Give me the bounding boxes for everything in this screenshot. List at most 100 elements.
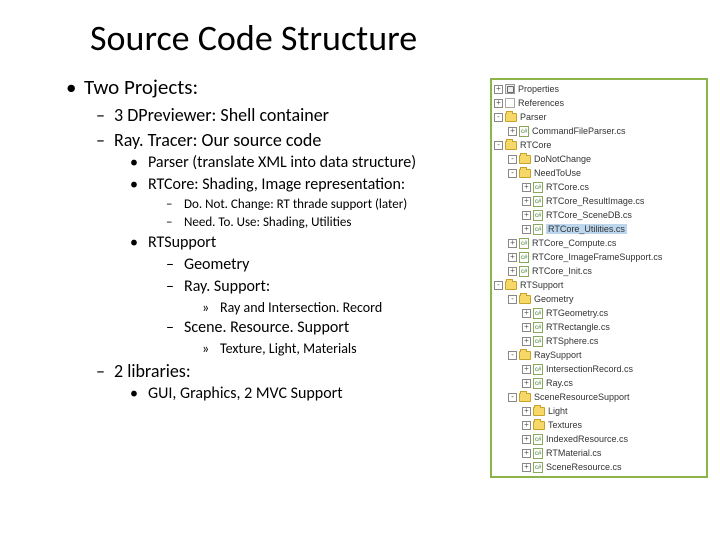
expand-icon[interactable]: + — [508, 239, 517, 248]
expand-icon[interactable]: + — [522, 225, 531, 234]
expand-icon[interactable]: + — [522, 449, 531, 458]
collapse-icon[interactable]: - — [508, 393, 517, 402]
text: Scene. Resource. Support — [184, 318, 349, 337]
expand-icon[interactable]: + — [522, 421, 531, 430]
text: Do. Not. Change: RT thrade support (late… — [184, 197, 407, 212]
expand-icon[interactable]: + — [522, 309, 531, 318]
tree-node[interactable]: - RTCore — [494, 138, 704, 152]
cs-icon — [533, 210, 543, 221]
expand-icon[interactable]: + — [522, 211, 531, 220]
collapse-icon[interactable]: - — [508, 155, 517, 164]
tree-node[interactable]: -NeedToUse — [494, 166, 704, 180]
tree-node-label: RTCore_ImageFrameSupport.cs — [532, 252, 662, 262]
tree-node[interactable]: +RTCamera.cs — [494, 474, 704, 478]
outline-l3: •RTSupport — [38, 233, 416, 253]
folder-icon — [519, 393, 531, 402]
expand-icon[interactable]: + — [522, 183, 531, 192]
outline-l2: –3 DPreviewer: Shell container — [38, 104, 416, 127]
tree-node-label: RTMaterial.cs — [546, 448, 601, 458]
collapse-icon[interactable]: - — [494, 281, 503, 290]
tree-node[interactable]: + RTGeometry.cs — [494, 306, 704, 320]
tree-node[interactable]: -RaySupport — [494, 348, 704, 362]
expand-icon[interactable]: + — [522, 323, 531, 332]
tree-node-label: IntersectionRecord.cs — [546, 364, 633, 374]
collapse-icon[interactable]: - — [508, 169, 517, 178]
folder-icon — [519, 351, 531, 360]
tree-node-label: SceneResourceSupport — [534, 392, 630, 402]
tree-node-label: RTRectangle.cs — [546, 322, 610, 332]
cs-icon — [519, 476, 529, 479]
outline-l5: –Geometry — [38, 255, 416, 275]
text: Geometry — [184, 255, 249, 274]
tree-node[interactable]: +RTCore_Compute.cs — [494, 236, 704, 250]
collapse-icon[interactable]: - — [494, 113, 503, 122]
expand-icon[interactable]: + — [522, 337, 531, 346]
tree-node[interactable]: + SceneResource.cs — [494, 460, 704, 474]
tree-node[interactable]: + RTCore.cs — [494, 180, 704, 194]
cs-icon — [533, 448, 543, 459]
expand-icon[interactable]: + — [522, 407, 531, 416]
tree-node[interactable]: + IntersectionRecord.cs — [494, 362, 704, 376]
tree-node[interactable]: +IndexedResource.cs — [494, 432, 704, 446]
outline-l3: •GUI, Graphics, 2 MVC Support — [38, 384, 416, 404]
tree-node[interactable]: -Parser — [494, 110, 704, 124]
tree-node-label: RTGeometry.cs — [546, 308, 608, 318]
collapse-icon[interactable]: - — [494, 141, 503, 150]
cs-icon — [533, 308, 543, 319]
expand-icon[interactable]: + — [522, 379, 531, 388]
slide-title: Source Code Structure — [0, 0, 720, 70]
tree-node[interactable]: + RTSphere.cs — [494, 334, 704, 348]
expand-icon[interactable]: + — [522, 197, 531, 206]
cs-icon — [533, 434, 543, 445]
tree-node[interactable]: +RTCore_Init.cs — [494, 264, 704, 278]
tree-node-label: RTCore — [520, 140, 551, 150]
expand-icon[interactable]: + — [522, 463, 531, 472]
ref-icon — [505, 98, 515, 108]
tree-node-label: RTCore.cs — [546, 182, 589, 192]
tree-node[interactable]: +RTCore_Utilities.cs — [494, 222, 704, 236]
collapse-icon[interactable]: - — [508, 351, 517, 360]
tree-node[interactable]: +CommandFileParser.cs — [494, 124, 704, 138]
outline-l3: •Parser (translate XML into data structu… — [38, 153, 416, 173]
tree-node[interactable]: + RTCore_ImageFrameSupport.cs — [494, 250, 704, 264]
tree-node[interactable]: - Geometry — [494, 292, 704, 306]
text: GUI, Graphics, 2 MVC Support — [148, 384, 343, 403]
outline-l3: •RTCore: Shading, Image representation: — [38, 175, 416, 195]
expand-icon[interactable]: + — [522, 435, 531, 444]
tree-node[interactable]: +RTCore_ResultImage.cs — [494, 194, 704, 208]
text: Ray and Intersection. Record — [220, 299, 382, 316]
outline-l5: –Ray. Support: — [38, 277, 416, 297]
outline-l4: –Do. Not. Change: RT thrade support (lat… — [38, 197, 416, 213]
tree-node[interactable]: + Properties — [494, 82, 704, 96]
tree-node[interactable]: +References — [494, 96, 704, 110]
tree-node[interactable]: +Light — [494, 404, 704, 418]
folder-icon — [519, 155, 531, 164]
outline-body: •Two Projects: –3 DPreviewer: Shell cont… — [38, 70, 416, 406]
text: 3 DPreviewer: Shell container — [114, 104, 329, 126]
tree-node-label: Geometry — [534, 294, 574, 304]
tree-node[interactable]: -DoNotChange — [494, 152, 704, 166]
outline-l4: –Need. To. Use: Shading, Utilities — [38, 215, 416, 231]
expand-icon[interactable]: + — [494, 99, 503, 108]
tree-node[interactable]: + RTRectangle.cs — [494, 320, 704, 334]
expand-icon[interactable]: + — [508, 267, 517, 276]
folder-icon — [533, 407, 545, 416]
tree-node[interactable]: +Textures — [494, 418, 704, 432]
tree-node-label: SceneResource.cs — [546, 462, 622, 472]
tree-node[interactable]: - SceneResourceSupport — [494, 390, 704, 404]
tree-node-label: Properties — [518, 84, 559, 94]
expand-icon[interactable]: + — [494, 85, 503, 94]
tree-node-label: RTSphere.cs — [546, 336, 598, 346]
tree-node[interactable]: +Ray.cs — [494, 376, 704, 390]
tree-node[interactable]: +RTCore_SceneDB.cs — [494, 208, 704, 222]
cs-icon — [533, 364, 543, 375]
expand-icon[interactable]: + — [508, 477, 517, 479]
cs-icon — [533, 462, 543, 473]
tree-node[interactable]: -RTSupport — [494, 278, 704, 292]
expand-icon[interactable]: + — [508, 253, 517, 262]
outline-l2: –Ray. Tracer: Our source code — [38, 129, 416, 152]
expand-icon[interactable]: + — [522, 365, 531, 374]
tree-node[interactable]: + RTMaterial.cs — [494, 446, 704, 460]
expand-icon[interactable]: + — [508, 127, 517, 136]
collapse-icon[interactable]: - — [508, 295, 517, 304]
